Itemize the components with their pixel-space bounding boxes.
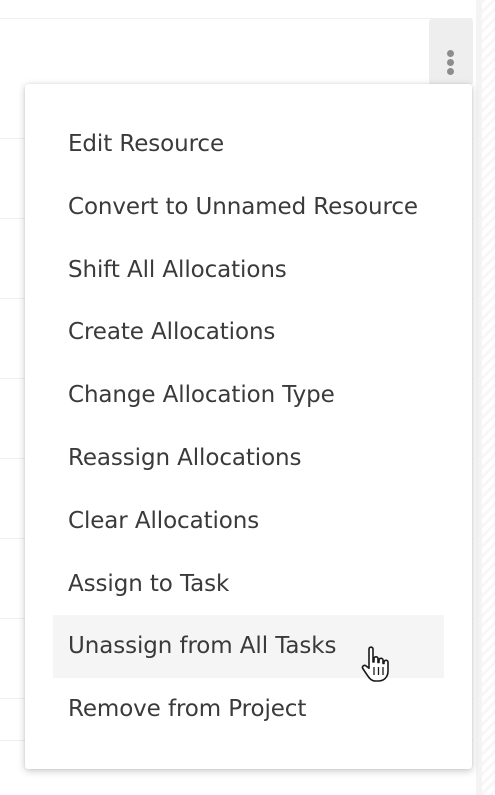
menu-item-change-allocation-type[interactable]: Change Allocation Type xyxy=(53,364,444,427)
menu-item-edit-resource[interactable]: Edit Resource xyxy=(53,113,444,176)
menu-item-create-allocations[interactable]: Create Allocations xyxy=(53,301,444,364)
menu-item-convert-to-unnamed-resource[interactable]: Convert to Unnamed Resource xyxy=(53,176,444,239)
hatched-column xyxy=(482,0,495,795)
menu-list: Edit Resource Convert to Unnamed Resourc… xyxy=(53,113,444,741)
row-divider xyxy=(0,18,473,19)
menu-item-remove-from-project[interactable]: Remove from Project xyxy=(53,678,444,741)
menu-item-unassign-from-all-tasks[interactable]: Unassign from All Tasks xyxy=(53,615,444,679)
context-menu: Edit Resource Convert to Unnamed Resourc… xyxy=(25,84,472,769)
more-vertical-icon xyxy=(446,50,455,76)
menu-item-assign-to-task[interactable]: Assign to Task xyxy=(53,553,444,616)
menu-item-reassign-allocations[interactable]: Reassign Allocations xyxy=(53,427,444,490)
more-options-button[interactable] xyxy=(429,19,473,85)
menu-item-shift-all-allocations[interactable]: Shift All Allocations xyxy=(53,239,444,302)
menu-item-clear-allocations[interactable]: Clear Allocations xyxy=(53,490,444,553)
